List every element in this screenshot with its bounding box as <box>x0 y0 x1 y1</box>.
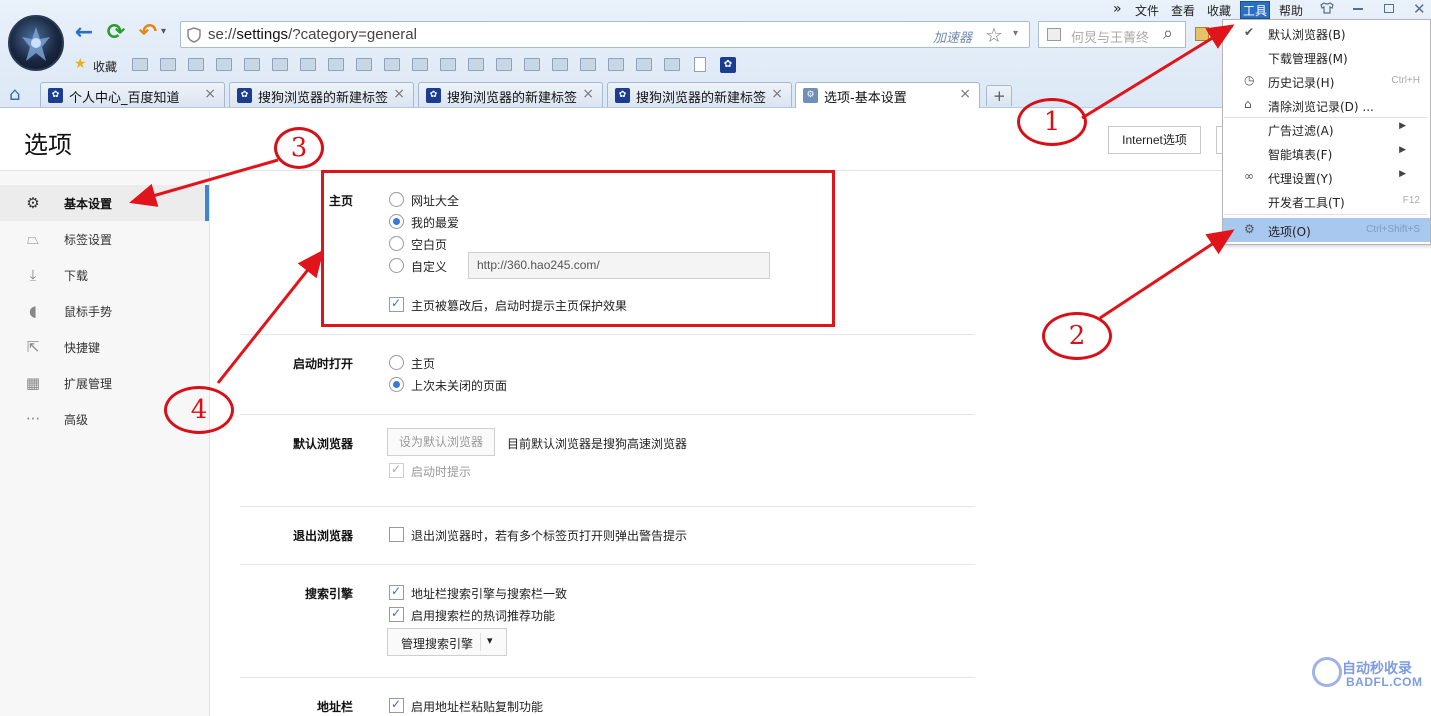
arrow-2 <box>1099 229 1235 320</box>
arrow-1 <box>1081 24 1235 120</box>
annotation-marker-2: 2 <box>1042 312 1112 360</box>
annotation-marker-4: 4 <box>164 386 234 434</box>
watermark-logo: 自动秒收录 BADFL.COM <box>1306 651 1422 693</box>
arrow-3 <box>129 158 279 207</box>
annotation-arrows <box>129 24 1235 384</box>
annotation-marker-1: 1 <box>1017 98 1087 146</box>
arrow-4 <box>216 249 324 384</box>
annotation-marker-3: 3 <box>274 127 324 169</box>
